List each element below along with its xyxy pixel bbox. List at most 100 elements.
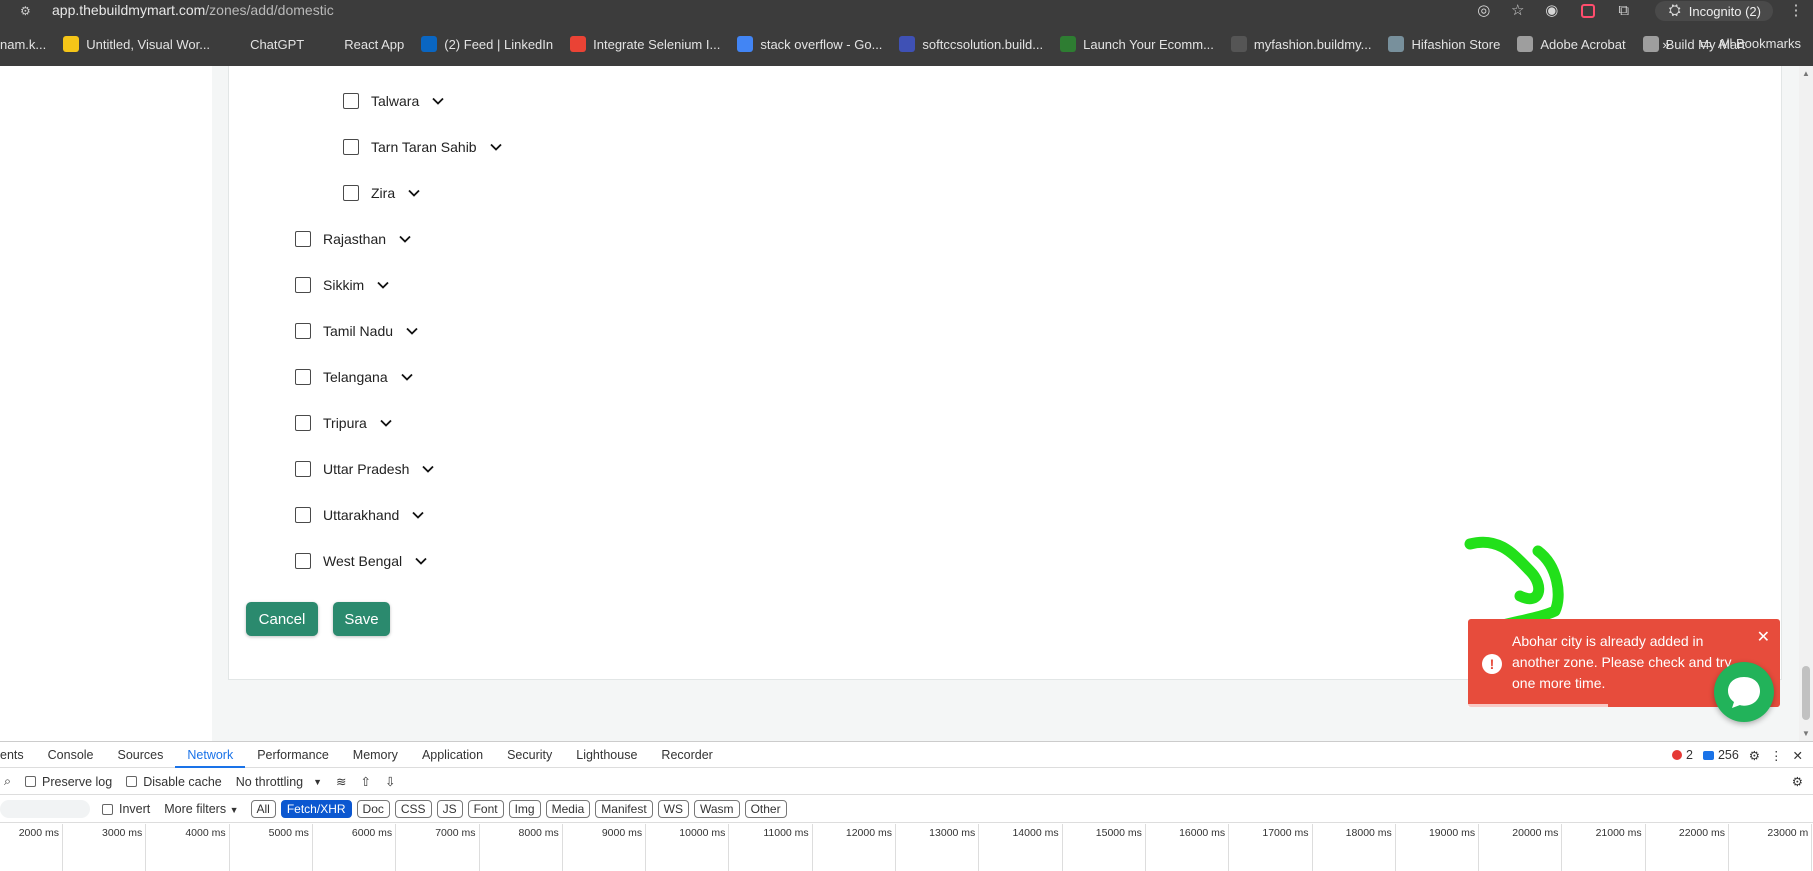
filter-chip[interactable]: Fetch/XHR <box>280 800 352 818</box>
scroll-down-icon[interactable]: ▼ <box>1802 729 1810 738</box>
record-extension-icon[interactable] <box>1580 4 1595 18</box>
scroll-up-icon[interactable]: ▲ <box>1802 69 1810 78</box>
scrollbar-thumb[interactable] <box>1802 666 1810 720</box>
more-filters-dropdown[interactable]: More filters ▼ <box>164 802 238 816</box>
checkbox[interactable] <box>343 93 359 109</box>
tab-memory[interactable]: Memory <box>341 742 410 768</box>
bookmark-item[interactable]: (2) Feed | LinkedIn <box>421 36 553 52</box>
checkbox[interactable] <box>295 323 311 339</box>
tab-performance[interactable]: Performance <box>245 742 341 768</box>
filter-chip[interactable]: WS <box>657 800 689 818</box>
import-har-icon[interactable]: ⇧ <box>361 774 371 789</box>
bookmark-item[interactable]: softccsolution.build... <box>899 36 1043 52</box>
disable-cache-toggle[interactable]: Disable cache <box>126 775 222 789</box>
bookmark-item[interactable]: Adobe Acrobat <box>1517 36 1626 52</box>
checkbox[interactable] <box>295 553 311 569</box>
save-button[interactable]: Save <box>333 602 390 636</box>
preserve-log-toggle[interactable]: Preserve log <box>25 775 112 789</box>
disable-cache-checkbox[interactable] <box>126 776 138 787</box>
export-har-icon[interactable]: ⇩ <box>385 774 395 789</box>
checkbox[interactable] <box>343 139 359 155</box>
filter-chip[interactable]: Manifest <box>595 800 653 818</box>
checkbox[interactable] <box>295 369 311 385</box>
filter-chip[interactable]: Img <box>508 800 541 818</box>
throttling-select[interactable]: No throttling ▼ <box>236 775 322 789</box>
filter-chip[interactable]: Doc <box>356 800 390 818</box>
invert-checkbox[interactable] <box>102 803 113 815</box>
checkbox[interactable] <box>295 415 311 431</box>
checkbox[interactable] <box>295 231 311 247</box>
cancel-button[interactable]: Cancel <box>246 602 318 636</box>
timeline-tick: 21000 ms <box>1596 824 1646 871</box>
devtools-tabs: ents Console Sources Network Performance Memo… <box>0 742 1813 768</box>
url-text[interactable]: app.thebuildmymart.com/zones/add/domesti… <box>52 2 334 18</box>
close-devtools-icon[interactable]: ✕ <box>1793 748 1803 763</box>
chevron-down-icon[interactable] <box>411 508 425 522</box>
tab-sources[interactable]: Sources <box>106 742 176 768</box>
chevron-down-icon[interactable] <box>398 232 412 246</box>
filter-chip[interactable]: JS <box>436 800 463 818</box>
bookmark-item[interactable]: Launch Your Ecomm... <box>1060 36 1214 52</box>
kebab-menu-icon[interactable]: ⋮ <box>1786 1 1806 21</box>
checkbox[interactable] <box>295 507 311 523</box>
filter-chip[interactable]: CSS <box>394 800 432 818</box>
bookmark-label: React App <box>344 36 405 52</box>
devtools-more-icon[interactable]: ⋮ <box>1770 748 1783 763</box>
network-conditions-icon[interactable]: ≋ <box>336 774 346 789</box>
tab-network[interactable]: Network <box>175 742 246 768</box>
browser-address-bar[interactable]: ⚙ app.thebuildmymart.com/zones/add/domes… <box>0 0 1813 22</box>
tab-lighthouse[interactable]: Lighthouse <box>564 742 649 768</box>
chevron-down-icon[interactable] <box>421 462 435 476</box>
settings-gear-icon[interactable]: ⚙ <box>1749 748 1760 763</box>
chevron-down-icon[interactable] <box>379 416 393 430</box>
filter-chip[interactable]: Other <box>744 800 787 818</box>
chevron-down-icon[interactable] <box>489 140 503 154</box>
invert-toggle[interactable]: Invert <box>102 802 150 816</box>
error-count[interactable]: 2 <box>1671 748 1693 762</box>
preserve-log-checkbox[interactable] <box>25 776 37 787</box>
chevron-down-icon[interactable] <box>431 94 445 108</box>
bookmark-item[interactable]: React App <box>321 36 404 52</box>
bookmark-item[interactable]: Hifashion Store <box>1388 36 1500 52</box>
eye-off-icon[interactable]: ◎ <box>1474 1 1494 21</box>
message-count[interactable]: 256 <box>1702 748 1739 762</box>
checkbox[interactable] <box>343 185 359 201</box>
filter-chip[interactable]: Media <box>545 800 591 818</box>
bookmark-item[interactable]: nam.k... <box>0 37 46 52</box>
site-settings-icon[interactable]: ⚙ <box>20 4 34 18</box>
bookmark-item[interactable]: myfashion.buildmy... <box>1230 36 1371 52</box>
bookmark-item[interactable]: Untitled, Visual Wor... <box>63 36 210 52</box>
page-scrollbar[interactable]: ▲ ▼ <box>1799 66 1813 741</box>
network-settings-icon[interactable]: ⚙ <box>1792 774 1803 789</box>
filter-input[interactable] <box>0 800 90 818</box>
all-bookmarks-button[interactable]: ▭ All Bookmarks <box>1700 36 1801 52</box>
chat-button[interactable] <box>1714 662 1774 722</box>
chevron-down-icon[interactable] <box>405 324 419 338</box>
chevron-down-icon[interactable] <box>376 278 390 292</box>
bookmark-item[interactable]: ChatGPT <box>227 36 304 52</box>
tab-application[interactable]: Application <box>410 742 495 768</box>
tab-security[interactable]: Security <box>495 742 564 768</box>
chevron-down-icon[interactable] <box>400 370 414 384</box>
zone-label: Uttarakhand <box>323 507 400 523</box>
search-icon[interactable]: ⌕ <box>4 774 11 789</box>
filter-chip[interactable]: All <box>250 800 276 818</box>
checkbox[interactable] <box>295 277 311 293</box>
more-bookmarks-icon[interactable]: » <box>1662 37 1669 52</box>
url-path: /zones/add/domestic <box>205 2 334 18</box>
tab-recorder[interactable]: Recorder <box>649 742 724 768</box>
incognito-badge[interactable]: ⛭ Incognito (2) <box>1654 1 1773 21</box>
checkbox[interactable] <box>295 461 311 477</box>
bookmark-item[interactable]: stack overflow - Go... <box>737 36 882 52</box>
camera-extension-icon[interactable]: ◉ <box>1542 1 1562 21</box>
tab-ents[interactable]: ents <box>0 742 36 768</box>
filter-chip[interactable]: Font <box>467 800 504 818</box>
close-icon[interactable]: ✕ <box>1757 627 1770 648</box>
chevron-down-icon[interactable] <box>407 186 421 200</box>
chevron-down-icon[interactable] <box>414 554 428 568</box>
extensions-icon[interactable]: ⧉ <box>1614 1 1634 21</box>
filter-chip[interactable]: Wasm <box>694 800 740 818</box>
star-icon[interactable]: ☆ <box>1508 1 1528 21</box>
tab-console[interactable]: Console <box>36 742 106 768</box>
bookmark-item[interactable]: Integrate Selenium I... <box>570 36 720 52</box>
